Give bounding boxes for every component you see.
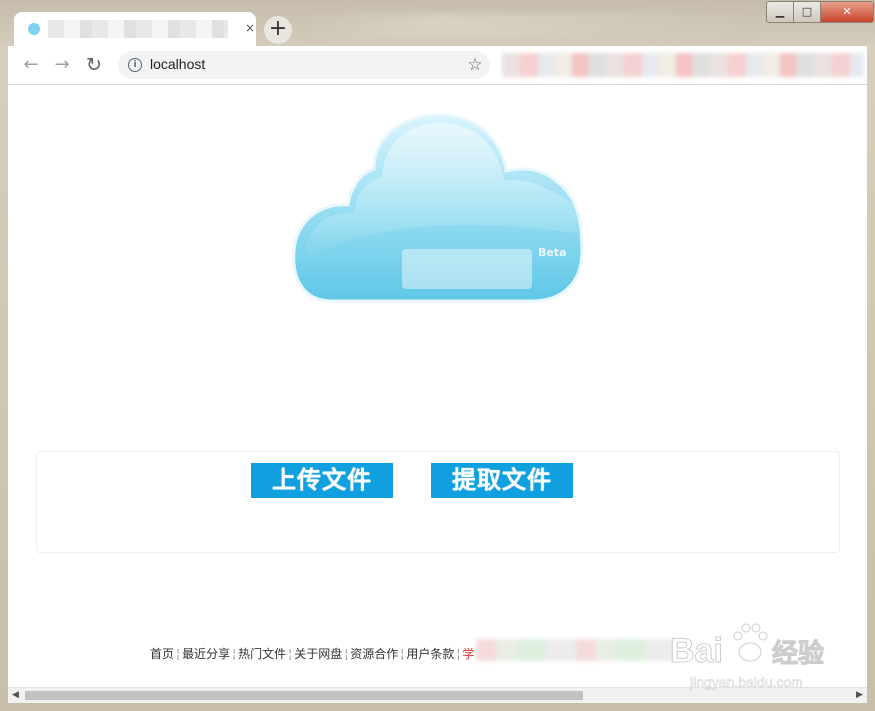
- new-tab-button[interactable]: +: [264, 16, 292, 44]
- svg-text:经验: 经验: [772, 638, 824, 669]
- scrollbar-thumb[interactable]: [25, 691, 583, 700]
- baidu-jingyan-watermark: Bai 经验 jingyan.baidu.com: [668, 612, 868, 692]
- svg-text:jingyan.baidu.com: jingyan.baidu.com: [689, 674, 803, 690]
- window-controls: ▁ □ ✕: [766, 1, 874, 23]
- close-window-button[interactable]: ✕: [821, 2, 873, 22]
- footer-link-partial[interactable]: 学: [462, 645, 474, 662]
- svg-text:Bai: Bai: [670, 632, 723, 670]
- footer-redacted: [476, 639, 676, 661]
- tab-active[interactable]: ×: [14, 12, 256, 46]
- address-bar[interactable]: i localhost ☆: [118, 51, 490, 79]
- footer-link-home[interactable]: 首页: [150, 645, 174, 662]
- tab-strip: × + ▁ □ ✕: [0, 0, 875, 46]
- page-viewport: Beta 上传文件 提取文件 首页 ¦ 最近分享 ¦ 热门文件 ¦ 关于网盘 ¦…: [8, 85, 867, 687]
- bookmark-star-icon[interactable]: ☆: [466, 54, 484, 76]
- back-arrow-icon[interactable]: ←: [20, 54, 42, 76]
- extensions-redacted: [502, 53, 864, 77]
- logo-beta-badge: Beta: [538, 246, 567, 259]
- address-url[interactable]: localhost: [150, 56, 205, 72]
- minimize-button[interactable]: ▁: [767, 2, 794, 22]
- reload-icon[interactable]: ↻: [83, 54, 105, 76]
- tab-strip-redacted: [300, 14, 760, 38]
- maximize-button[interactable]: □: [794, 2, 821, 22]
- logo-text-redacted: [402, 249, 532, 289]
- footer-link-about[interactable]: 关于网盘: [294, 645, 342, 662]
- upload-file-button[interactable]: 上传文件: [251, 463, 393, 498]
- extract-file-button[interactable]: 提取文件: [431, 463, 573, 498]
- footer-link-recent-shares[interactable]: 最近分享: [182, 645, 230, 662]
- footer-link-terms[interactable]: 用户条款: [406, 645, 454, 662]
- forward-arrow-icon[interactable]: →: [51, 54, 73, 76]
- footer-link-cooperation[interactable]: 资源合作: [350, 645, 398, 662]
- paw-icon: [733, 623, 768, 662]
- footer-links: 首页 ¦ 最近分享 ¦ 热门文件 ¦ 关于网盘 ¦ 资源合作 ¦ 用户条款 ¦ …: [150, 645, 475, 662]
- tab-title-redacted: [48, 20, 228, 38]
- browser-window: × + ▁ □ ✕ ← → ↻ i localhost ☆ Beta 上传文件 …: [0, 0, 875, 711]
- browser-toolbar: ← → ↻ i localhost ☆: [8, 46, 867, 85]
- footer-link-hot-files[interactable]: 热门文件: [238, 645, 286, 662]
- site-info-icon[interactable]: i: [128, 58, 142, 72]
- cloud-logo-icon: Beta: [292, 113, 584, 303]
- cloud-logo: Beta: [292, 111, 588, 307]
- tab-close-icon[interactable]: ×: [242, 20, 258, 36]
- scroll-left-icon[interactable]: ◀: [8, 688, 23, 703]
- action-panel: 上传文件 提取文件: [36, 451, 840, 553]
- cloud-favicon-icon: [28, 23, 40, 35]
